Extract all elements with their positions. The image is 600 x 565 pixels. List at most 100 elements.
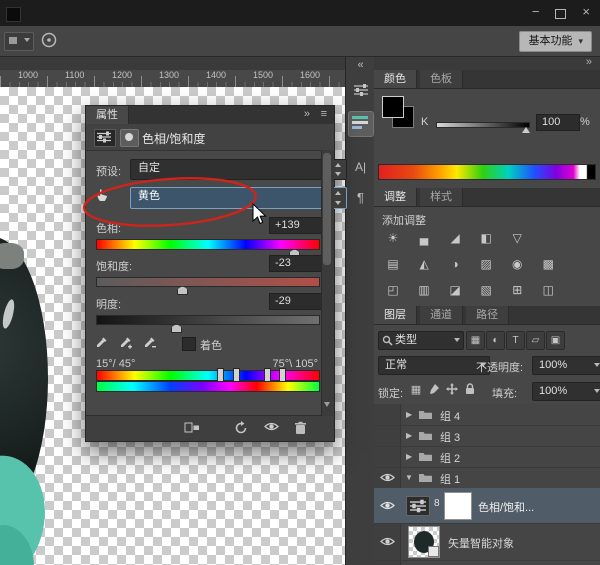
targeted-adjustment-icon[interactable] [94,186,111,206]
color-balance-icon[interactable]: ◭ [413,256,435,272]
visibility-eye-icon[interactable] [380,500,395,514]
k-value-field[interactable]: 100 [536,114,580,131]
saturation-slider-handle[interactable] [177,286,188,295]
colorize-checkbox[interactable] [182,337,196,351]
shape-layer-filter-icon[interactable]: ▱ [526,331,545,350]
collapse-dock-icon[interactable]: « [346,59,375,71]
levels-icon[interactable]: ▄ [413,230,435,246]
layer-row-vector-smart-object[interactable]: 矢量智能对象 [374,523,600,561]
layer-filter-dropdown[interactable]: 类型 [378,331,464,350]
panel-scrollbar-thumb[interactable] [323,153,331,265]
restore-button[interactable] [555,9,566,19]
tab-color[interactable]: 颜色 [374,70,417,88]
smart-object-filter-icon[interactable]: ▣ [546,331,565,350]
layer-row-group1[interactable]: ▼ 组 1 [374,467,600,489]
vibrance-icon[interactable]: ▽ [506,230,528,246]
photo-filter-icon[interactable]: ▨ [475,256,497,272]
hue-value-field[interactable]: +139 [269,217,329,234]
gradient-map-icon[interactable]: ▧ [475,282,497,298]
type-layer-filter-icon[interactable]: T [506,331,525,350]
adjustments-panel-icon[interactable] [346,83,375,100]
tab-channels[interactable]: 通道 [420,306,463,324]
tab-styles[interactable]: 样式 [420,188,463,206]
delete-trash-icon[interactable] [294,421,307,438]
visibility-eye-icon[interactable] [380,472,395,486]
hue-saturation-icon[interactable]: ▤ [382,256,404,272]
tab-properties[interactable]: 属性 [86,106,129,124]
layer-row-group2[interactable]: ▶ 组 2 [374,446,600,468]
range-marker-handle[interactable] [217,368,224,382]
minimize-button[interactable]: − [532,4,540,20]
lightness-slider-handle[interactable] [171,324,182,333]
pixel-layer-filter-icon[interactable]: ▦ [466,331,485,350]
smart-object-thumbnail[interactable] [408,526,440,558]
range-marker-handle[interactable] [264,368,271,382]
lightness-slider-track[interactable] [96,315,320,325]
workspace-switcher-button[interactable]: 基本功能 ▾ [519,31,592,52]
fill-field[interactable]: 100% [532,382,600,401]
posterize-icon[interactable]: ▥ [413,282,435,298]
brightness-contrast-icon[interactable]: ☀ [382,230,404,246]
curves-icon[interactable]: ◢ [444,230,466,246]
brush-tool-icon[interactable] [40,31,58,52]
clip-to-layer-icon[interactable] [184,421,200,437]
tool-preset-picker[interactable] [4,32,34,51]
scrollbar-down-arrow[interactable] [324,402,330,407]
saturation-slider-track[interactable] [96,277,320,287]
invert-icon[interactable]: ◰ [382,282,404,298]
expander-collapsed-icon[interactable]: ▶ [406,410,412,419]
tab-adjustments[interactable]: 调整 [374,188,417,206]
visibility-eye-icon[interactable] [264,421,279,435]
character-panel-icon[interactable]: A| [346,160,375,174]
saturation-value-field[interactable]: -23 [269,255,329,272]
panel-menu-icon[interactable]: ≡ [321,108,327,120]
mask-link-icon[interactable]: 8 [434,498,440,509]
adjustment-layer-thumbnail[interactable] [406,496,430,516]
horizontal-ruler[interactable]: 1000 1100 1200 1300 1400 1500 1600 [0,70,345,88]
blend-mode-dropdown[interactable]: 正常 [378,356,490,375]
selective-color-icon[interactable]: ⊞ [506,282,528,298]
adjustment-layer-filter-icon[interactable]: ◐ [486,331,505,350]
lock-pixels-brush-icon[interactable] [426,383,442,398]
channel-dropdown[interactable]: 黄色 [130,187,347,209]
mask-thumbnail-icon[interactable] [120,129,139,147]
close-button[interactable]: × [582,4,590,20]
color-spectrum-ramp[interactable] [378,164,596,180]
range-marker-handle[interactable] [279,368,286,382]
layer-row-hue-saturation-selected[interactable]: 8 色相/饱和... [374,488,600,524]
paragraph-panel-icon[interactable]: ¶ [346,190,375,205]
eyedropper-add-icon[interactable] [118,335,133,353]
properties-panel-icon[interactable] [348,111,374,137]
eyedropper-icon[interactable] [94,335,109,353]
lock-transparency-icon[interactable]: ▦ [408,383,424,398]
lock-position-move-icon[interactable] [444,383,460,398]
lightness-value-field[interactable]: -29 [269,293,329,310]
expander-collapsed-icon[interactable]: ▶ [406,431,412,440]
k-slider-track[interactable] [436,122,530,128]
preset-dropdown[interactable]: 自定 [130,159,347,180]
reset-icon[interactable] [234,421,248,437]
lock-all-padlock-icon[interactable] [462,383,478,398]
visibility-eye-icon[interactable] [380,536,395,550]
expander-expanded-icon[interactable]: ▼ [405,473,413,482]
lookup-table-icon[interactable]: ◫ [537,282,559,298]
collapse-panel-icon[interactable]: » [304,108,310,120]
exposure-icon[interactable]: ◧ [475,230,497,246]
tab-swatches[interactable]: 色板 [420,70,463,88]
tab-layers[interactable]: 图层 [374,306,417,324]
expand-panel-icon[interactable]: » [586,56,592,68]
tab-paths[interactable]: 路径 [466,306,509,324]
range-marker-handle[interactable] [233,368,240,382]
layer-row-group4[interactable]: ▶ 组 4 [374,404,600,426]
layer-mask-thumbnail[interactable] [444,492,472,520]
k-slider-handle[interactable] [522,127,530,133]
black-white-icon[interactable]: ◑ [444,256,466,272]
threshold-icon[interactable]: ◪ [444,282,466,298]
layer-row-group3[interactable]: ▶ 组 3 [374,425,600,447]
hue-slider-track[interactable] [96,239,320,250]
eyedropper-subtract-icon[interactable] [142,335,157,353]
foreground-color-swatch[interactable] [382,96,404,118]
expander-collapsed-icon[interactable]: ▶ [406,452,412,461]
opacity-field[interactable]: 100% [532,356,600,375]
channel-mixer-icon[interactable]: ◉ [506,256,528,272]
